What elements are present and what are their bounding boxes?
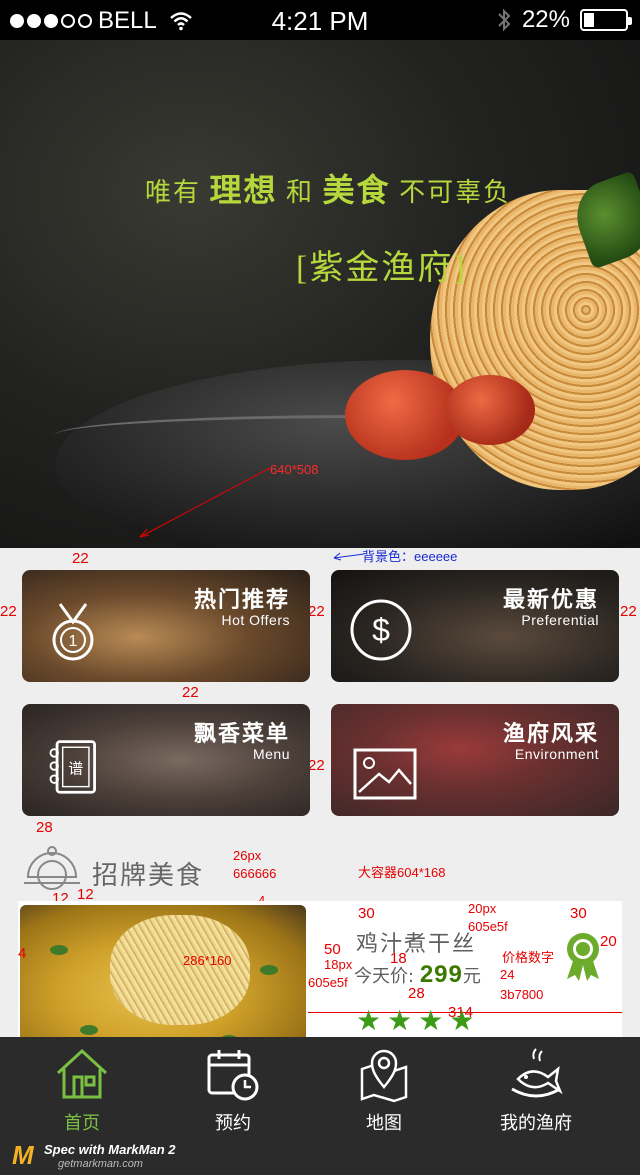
hero-size-annotation: 640*508: [270, 462, 319, 477]
status-right: 22%: [496, 6, 632, 34]
rating-stars: ★ ★ ★ ★: [356, 1007, 474, 1035]
star-icon: ★: [418, 1004, 444, 1037]
calendar-clock-icon: [207, 1050, 259, 1101]
bg-color-annotation: 背景色：eeeeee: [362, 549, 458, 564]
hero-banner[interactable]: 唯有 理想 和 美食 不可辜负 [紫金渔府] 640*508: [0, 40, 640, 548]
fish-plate-icon: [511, 1048, 563, 1098]
tile-hot-offers[interactable]: 热门推荐 Hot Offers 1: [22, 570, 310, 682]
tile-preferential[interactable]: 最新优惠 Preferential $: [331, 570, 619, 682]
tile-menu[interactable]: 飘香菜单 Menu 谱: [22, 704, 310, 816]
battery-icon: [580, 9, 632, 31]
hero-brand: [紫金渔府]: [296, 250, 467, 287]
section-title: 招牌美食: [92, 861, 205, 891]
star-icon: ★: [449, 1004, 475, 1037]
battery-percent: 22%: [521, 6, 570, 33]
medal-icon: 1: [52, 603, 94, 661]
map-pin-icon: [360, 1049, 408, 1103]
svg-text:谱: 谱: [68, 760, 83, 778]
star-icon: ★: [387, 1004, 413, 1037]
tab-reservation[interactable]: 预约: [173, 1047, 293, 1135]
dollar-icon: $: [350, 599, 412, 661]
tab-my-profile[interactable]: 我的渔府: [476, 1047, 596, 1135]
price-number: 299: [419, 961, 463, 988]
dish-cover-icon: [24, 846, 80, 890]
tab-home[interactable]: 首页: [22, 1047, 142, 1135]
star-icon: ★: [356, 1004, 382, 1037]
tile-environment[interactable]: 渔府风采 Environment: [331, 704, 619, 816]
svg-text:1: 1: [69, 633, 78, 650]
menu-book-icon: 谱: [49, 740, 96, 794]
svg-text:$: $: [372, 612, 390, 648]
picture-icon: [353, 748, 417, 800]
markman-logo: M: [12, 1140, 34, 1170]
price-unit: 元: [462, 966, 481, 987]
home-icon: [56, 1048, 108, 1099]
bluetooth-icon: [498, 8, 511, 32]
dish-name: 鸡汁煮干丝: [356, 932, 477, 957]
status-bar: BELL 4:21 PM 22%: [0, 0, 640, 40]
price-label: 今天价:: [354, 966, 415, 987]
app-screen: BELL 4:21 PM 22% 唯有 理想 和 美食 不可辜负 [紫金渔府] …: [0, 0, 640, 1175]
size-arrow: [139, 467, 271, 538]
award-ribbon-icon: [567, 933, 599, 981]
tab-map[interactable]: 地图: [324, 1047, 444, 1135]
hero-slogan: 唯有 理想 和 美食 不可辜负: [145, 172, 512, 208]
